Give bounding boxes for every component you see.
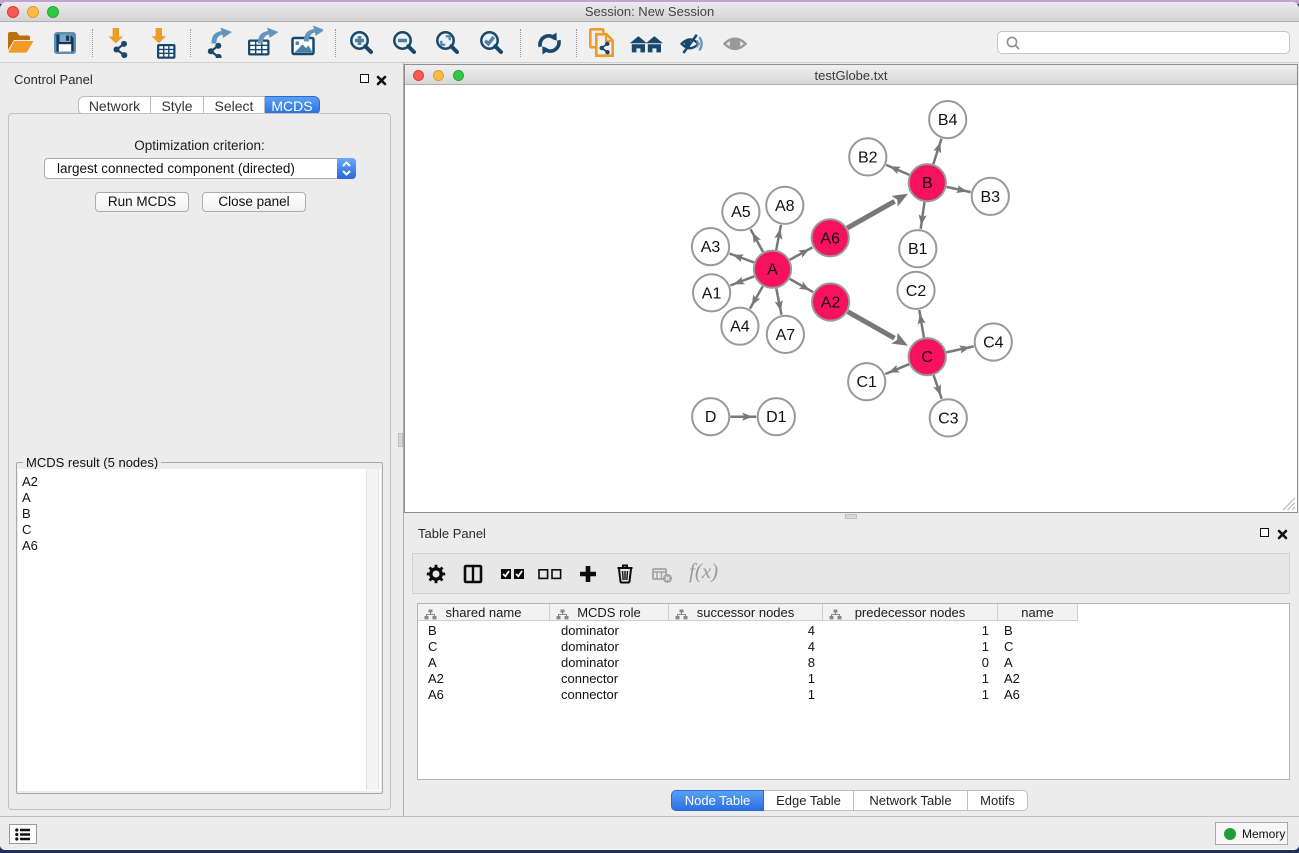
svg-text:B4: B4 [938, 112, 958, 129]
svg-text:A: A [767, 262, 778, 279]
svg-text:A7: A7 [776, 327, 796, 344]
svg-text:C2: C2 [906, 283, 927, 300]
svg-text:A4: A4 [730, 319, 750, 336]
svg-text:A6: A6 [820, 230, 840, 247]
svg-text:B2: B2 [858, 149, 878, 166]
svg-text:C1: C1 [856, 374, 877, 391]
svg-text:B: B [922, 175, 933, 192]
svg-text:B3: B3 [981, 189, 1001, 206]
svg-text:C3: C3 [938, 410, 959, 427]
svg-text:C4: C4 [983, 335, 1004, 352]
svg-text:C: C [921, 349, 933, 366]
svg-text:f(x): f(x) [689, 562, 718, 583]
svg-text:A8: A8 [775, 198, 795, 215]
svg-text:A5: A5 [731, 204, 751, 221]
svg-text:A1: A1 [702, 285, 722, 302]
svg-text:B1: B1 [908, 241, 928, 258]
svg-text:D: D [705, 409, 717, 426]
svg-text:D1: D1 [766, 409, 787, 426]
svg-text:A3: A3 [701, 239, 721, 256]
svg-text:A2: A2 [821, 295, 841, 312]
